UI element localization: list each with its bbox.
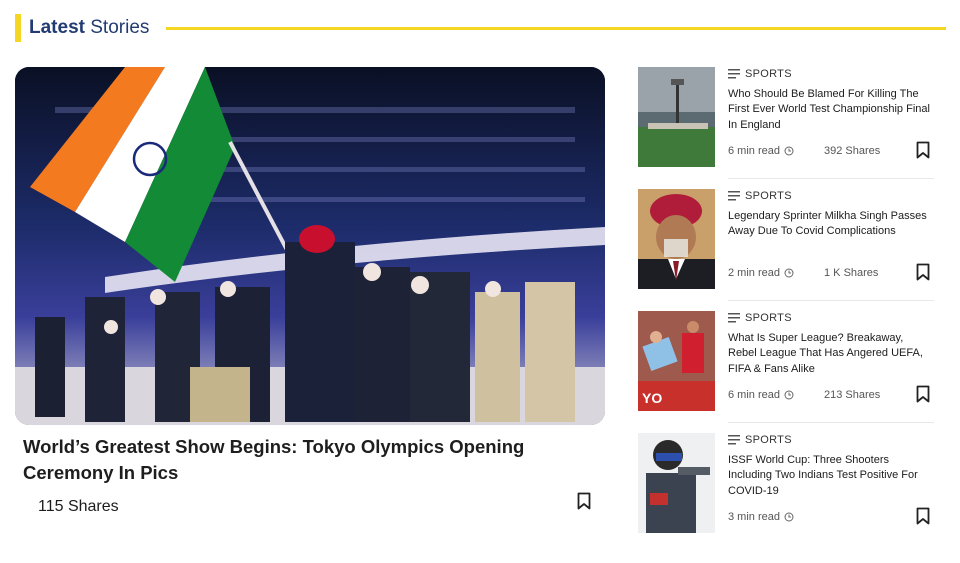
featured-image[interactable] (15, 67, 605, 425)
football-match-image: YO (638, 311, 715, 411)
category-menu-icon (728, 313, 740, 323)
list-item[interactable]: YO SPORTS What Is Super League? Breakawa… (638, 311, 934, 433)
divider (728, 300, 934, 301)
story-title[interactable]: Who Should Be Blamed For Killing The Fir… (728, 87, 934, 133)
section-title-rest: Stories (90, 17, 150, 38)
story-title[interactable]: What Is Super League? Breakaway, Rebel L… (728, 331, 934, 377)
bookmark-icon[interactable] (915, 141, 931, 159)
divider (728, 178, 934, 179)
section-title-bold: Latest (29, 17, 85, 38)
bookmark-icon[interactable] (915, 507, 931, 525)
story-category: SPORTS (728, 189, 792, 203)
list-item[interactable]: SPORTS ISSF World Cup: Three Shooters In… (638, 433, 934, 555)
bookmark-icon[interactable] (915, 385, 931, 403)
read-time: 6 min read (728, 389, 794, 401)
read-time: 2 min read (728, 267, 794, 279)
read-time-label: 3 min read (728, 511, 780, 523)
clock-icon (784, 390, 794, 400)
clock-icon (784, 512, 794, 522)
bookmark-icon[interactable] (915, 263, 931, 281)
divider (728, 422, 934, 423)
category-label[interactable]: SPORTS (745, 311, 792, 325)
story-list: SPORTS Who Should Be Blamed For Killing … (638, 67, 934, 555)
section-header: Latest Stories (15, 14, 946, 42)
featured-story[interactable]: World’s Greatest Show Begins: Tokyo Olym… (15, 67, 605, 486)
shares-count: 392 Shares (824, 145, 881, 157)
header-rule (166, 27, 946, 30)
story-category: SPORTS (728, 311, 792, 325)
section-title: Latest Stories (29, 16, 149, 40)
cricket-stadium-image (638, 67, 715, 167)
category-menu-icon (728, 435, 740, 445)
svg-text:YO: YO (642, 390, 662, 406)
shares-count: 1 K Shares (824, 267, 879, 279)
story-title[interactable]: Legendary Sprinter Milkha Singh Passes A… (728, 209, 934, 240)
featured-headline[interactable]: World’s Greatest Show Begins: Tokyo Olym… (15, 434, 590, 486)
read-time-label: 6 min read (728, 145, 780, 157)
shooter-image (638, 433, 715, 533)
list-item[interactable]: SPORTS Legendary Sprinter Milkha Singh P… (638, 189, 934, 311)
story-thumbnail[interactable] (638, 189, 715, 289)
milkha-singh-portrait (638, 189, 715, 289)
read-time: 6 min read (728, 145, 794, 157)
category-label[interactable]: SPORTS (745, 433, 792, 447)
story-thumbnail[interactable] (638, 67, 715, 167)
story-thumbnail[interactable] (638, 433, 715, 533)
story-category: SPORTS (728, 433, 792, 447)
category-menu-icon (728, 69, 740, 79)
story-title[interactable]: ISSF World Cup: Three Shooters Including… (728, 453, 934, 499)
olympics-parade-photo (15, 67, 605, 425)
category-label[interactable]: SPORTS (745, 67, 792, 81)
header-accent-bar (15, 14, 21, 42)
story-thumbnail[interactable]: YO (638, 311, 715, 411)
clock-icon (784, 268, 794, 278)
featured-shares: 115 Shares (38, 498, 119, 515)
read-time-label: 6 min read (728, 389, 780, 401)
category-label[interactable]: SPORTS (745, 189, 792, 203)
category-menu-icon (728, 191, 740, 201)
read-time-label: 2 min read (728, 267, 780, 279)
read-time: 3 min read (728, 511, 794, 523)
featured-bookmark-icon[interactable] (577, 492, 591, 510)
clock-icon (784, 146, 794, 156)
list-item[interactable]: SPORTS Who Should Be Blamed For Killing … (638, 67, 934, 189)
story-category: SPORTS (728, 67, 792, 81)
shares-count: 213 Shares (824, 389, 881, 401)
